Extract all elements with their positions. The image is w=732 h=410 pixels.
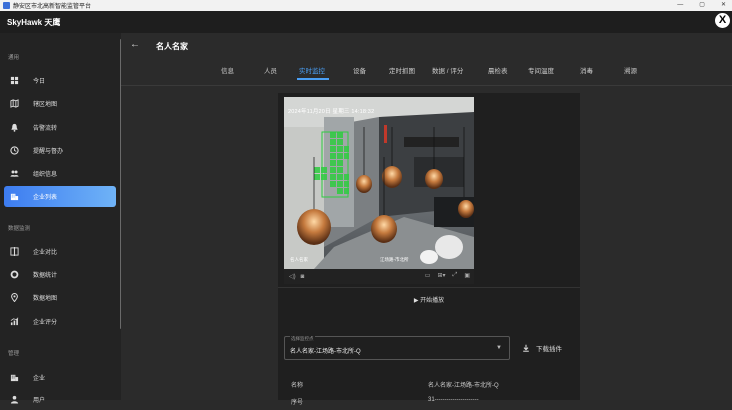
tab-morning-check[interactable]: 晨检表 — [488, 65, 508, 75]
tab-info[interactable]: 信息 — [221, 65, 234, 75]
sidebar-item-company-list[interactable]: 企业列表 — [4, 186, 116, 207]
pin-icon — [9, 293, 19, 303]
tab-staff[interactable]: 人员 — [264, 65, 277, 75]
tab-bar: 信息 人员 实时监控 设备 定时抓图 数据 / 评分 晨检表 专间温度 消毒 溯… — [121, 61, 732, 81]
sidebar-item-org[interactable]: 组织信息 — [4, 163, 116, 184]
sidebar-item-label: 告警流转 — [33, 126, 58, 132]
window-title: 静安区市北高新智能监管平台 — [13, 4, 92, 10]
page-title: 名人名家 — [156, 42, 188, 51]
tab-trace[interactable]: 溯源 — [624, 65, 637, 75]
map-icon — [9, 99, 19, 109]
camera-select-label: 选择监控点 — [290, 336, 315, 342]
tab-live-monitor[interactable]: 实时监控 — [299, 65, 325, 75]
live-video-card: 2024年11月20日 星期三 14:18:32 名人名家 江场路-市北所 ◁)… — [278, 93, 580, 349]
sidebar: 通用 今日 辖区地图 告警流转 提醒与督办 组织信息 企业列表 数据监测 企业对… — [0, 33, 122, 404]
info-value: 名人名家-江场路-市北所-Q — [428, 383, 499, 389]
tab-divider — [121, 85, 732, 86]
chevron-down-icon[interactable]: ▼ — [496, 345, 502, 351]
sidebar-item-label: 企业 — [33, 376, 46, 382]
sidebar-item-label: 企业评分 — [33, 320, 58, 326]
close-icon[interactable]: X — [715, 13, 730, 28]
info-value: 31---------------------- — [428, 397, 479, 403]
camera-info-card: 选择监控点 名人名家-江场路-市北所-Q ▼ 下载插件 名称 名人名家-江场路-… — [278, 331, 580, 406]
section-label-monitoring: 数据监测 — [8, 226, 31, 232]
camera-select-value: 名人名家-江场路-市北所-Q — [290, 349, 361, 355]
start-play-button[interactable]: ▶ 开始播放 — [278, 295, 580, 304]
tab-data-score[interactable]: 数据 / 评分 — [432, 65, 463, 75]
dashboard-icon — [9, 76, 19, 86]
back-arrow-icon[interactable]: ← — [130, 39, 140, 50]
sidebar-item-label: 组织信息 — [33, 172, 58, 178]
window-titlebar: 静安区市北高新智能监管平台 — ▢ ✕ — [0, 0, 732, 11]
video-toolbar: ◁) ◙ ▭ ⊞▾ ⤢ ▣ — [284, 269, 474, 284]
app-icon — [3, 2, 10, 9]
settings-icon[interactable]: ▣ — [464, 272, 470, 279]
info-key: 名称 — [291, 383, 304, 389]
sidebar-item-score[interactable]: 企业评分 — [4, 311, 116, 332]
video-overlay-left: 名人名家 — [290, 257, 308, 262]
camera-select[interactable]: 选择监控点 名人名家-江场路-市北所-Q ▼ — [284, 336, 510, 360]
sidebar-item-stats[interactable]: 数据统计 — [4, 264, 116, 285]
layout-icon[interactable]: ⊞▾ — [437, 272, 445, 279]
volume-icon[interactable]: ◁) — [289, 273, 296, 280]
sidebar-item-label: 企业列表 — [33, 195, 58, 201]
score-icon — [9, 317, 19, 327]
snapshot-icon[interactable]: ◙ — [301, 274, 305, 280]
sidebar-item-label: 辖区地图 — [33, 102, 58, 108]
minimize-button[interactable]: — — [677, 0, 683, 11]
video-frame[interactable]: 2024年11月20日 星期三 14:18:32 名人名家 江场路-市北所 — [284, 97, 474, 269]
sidebar-item-label: 今日 — [33, 79, 46, 85]
building-icon — [9, 192, 19, 202]
bell-icon — [9, 123, 19, 133]
section-label-general: 通用 — [8, 55, 20, 61]
download-plugin-label: 下载插件 — [536, 346, 562, 353]
sidebar-item-company[interactable]: 企业 — [4, 367, 116, 388]
donut-icon — [9, 270, 19, 280]
people-icon — [9, 169, 19, 179]
app-header: SkyHawk 天鹰 X — [0, 11, 732, 33]
tab-devices[interactable]: 设备 — [353, 65, 366, 75]
tab-room-temperature[interactable]: 专间温度 — [528, 65, 554, 75]
window-close-button[interactable]: ✕ — [721, 0, 726, 11]
video-timestamp: 2024年11月20日 星期三 14:18:32 — [288, 109, 375, 115]
sidebar-item-reminders[interactable]: 提醒与督办 — [4, 140, 116, 161]
sidebar-item-today[interactable]: 今日 — [4, 70, 116, 91]
tab-disinfection[interactable]: 消毒 — [580, 65, 593, 75]
brand-logo: SkyHawk 天鹰 — [7, 18, 61, 27]
kitchen-camera-image — [284, 97, 474, 269]
main-content: ← 名人名家 信息 人员 实时监控 设备 定时抓图 数据 / 评分 晨检表 专间… — [121, 33, 732, 406]
sidebar-item-alerts[interactable]: 告警流转 — [4, 117, 116, 138]
sidebar-item-label: 数据地图 — [33, 296, 58, 302]
record-icon[interactable]: ▭ — [425, 272, 431, 279]
info-key: 序号 — [291, 400, 304, 406]
building-icon — [9, 373, 19, 383]
video-overlay-right: 江场路-市北所 — [380, 257, 409, 262]
fullscreen-icon[interactable]: ⤢ — [453, 272, 458, 279]
clock-icon — [9, 146, 19, 156]
tab-active-underline — [297, 78, 329, 80]
download-plugin-button[interactable]: 下载插件 — [522, 343, 562, 353]
maximize-button[interactable]: ▢ — [699, 0, 705, 11]
sidebar-item-data-map[interactable]: 数据地图 — [4, 287, 116, 308]
compare-icon — [9, 247, 19, 257]
sidebar-item-label: 数据统计 — [33, 273, 58, 279]
video-divider — [278, 287, 580, 288]
sidebar-item-label: 企业对比 — [33, 250, 58, 256]
download-icon — [523, 344, 529, 352]
sidebar-item-map[interactable]: 辖区地图 — [4, 93, 116, 114]
section-label-admin: 管理 — [8, 351, 20, 357]
sidebar-item-compare[interactable]: 企业对比 — [4, 241, 116, 262]
tab-snapshots[interactable]: 定时抓图 — [389, 65, 415, 75]
sidebar-item-label: 提醒与督办 — [33, 149, 64, 155]
